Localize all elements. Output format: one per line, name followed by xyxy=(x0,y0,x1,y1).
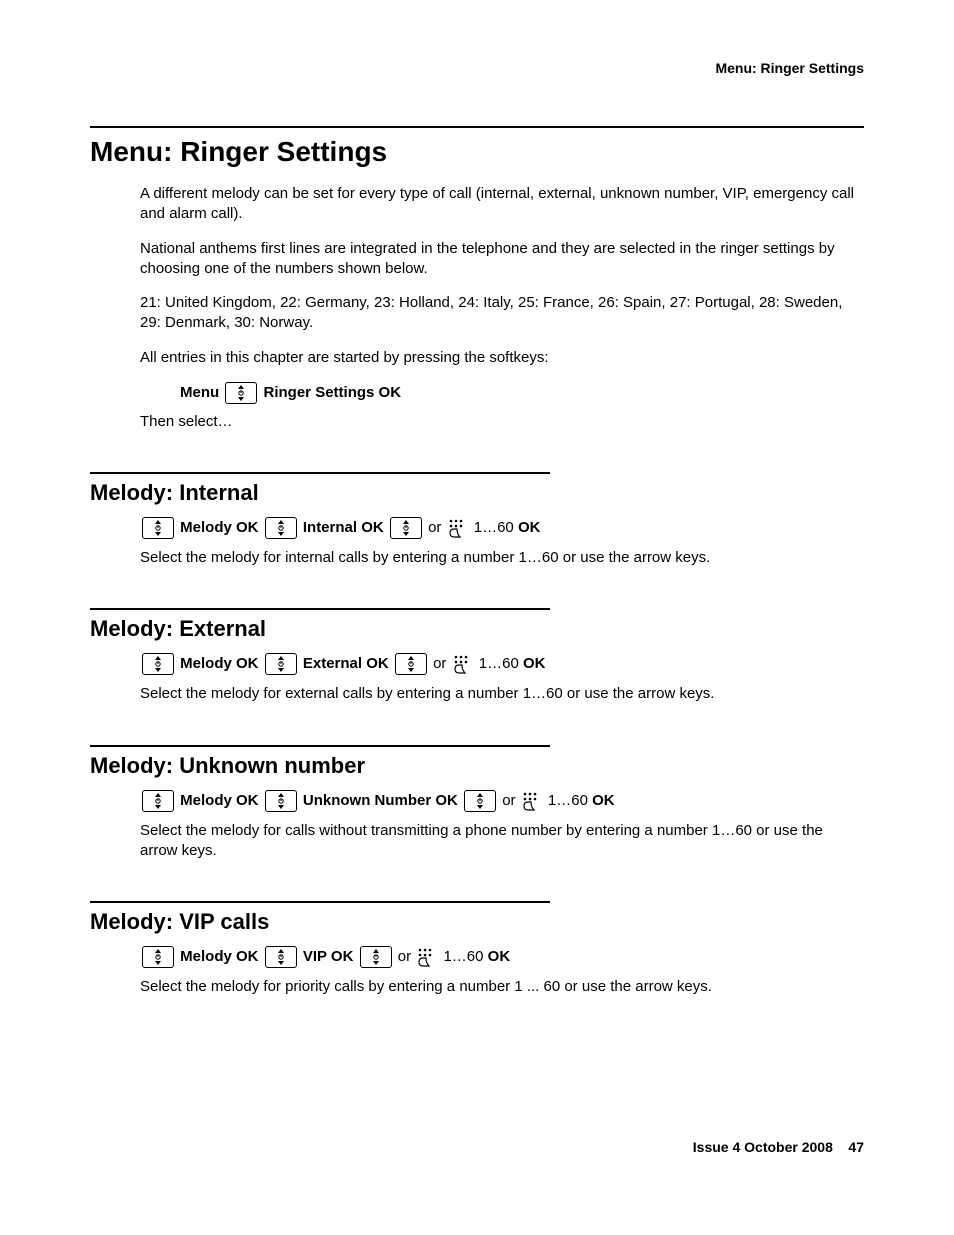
nav-melody-ok: Melody OK xyxy=(180,655,258,672)
keypad-icon xyxy=(453,654,473,674)
intro-p4: All entries in this chapter are started … xyxy=(140,348,864,368)
nav-key-icon xyxy=(225,382,257,404)
intro-p3: 21: United Kingdom, 22: Germany, 23: Hol… xyxy=(140,293,864,334)
nav-melody-ok: Melody OK xyxy=(180,519,258,536)
page-footer: Issue 4 October 2008 47 xyxy=(693,1139,864,1155)
nav-or: or xyxy=(502,792,515,809)
nav-key-icon xyxy=(395,653,427,675)
intro-p2: National anthems first lines are integra… xyxy=(140,239,864,280)
nav-line-unknown: Melody OK Unknown Number OK or xyxy=(90,789,864,813)
keypad-icon xyxy=(448,518,468,538)
heading-internal: Melody: Internal xyxy=(90,480,864,506)
nav-or: or xyxy=(428,519,441,536)
nav-melody-ok: Melody OK xyxy=(180,948,258,965)
nav-key-icon xyxy=(464,790,496,812)
keypad-icon xyxy=(417,947,437,967)
section-divider xyxy=(90,472,550,474)
nav-key-icon xyxy=(265,517,297,539)
nav-melody-ok: Melody OK xyxy=(180,792,258,809)
nav-key-icon xyxy=(142,517,174,539)
footer-issue: Issue 4 October 2008 xyxy=(693,1139,833,1155)
nav-or: or xyxy=(398,948,411,965)
nav-key-icon xyxy=(265,946,297,968)
heading-vip: Melody: VIP calls xyxy=(90,909,864,935)
heading-external: Melody: External xyxy=(90,616,864,642)
nav-external-ok: External OK xyxy=(303,655,389,672)
nav-range: 1…60 xyxy=(479,655,519,672)
nav-unknown-ok: Unknown Number OK xyxy=(303,792,458,809)
nav-key-icon xyxy=(360,946,392,968)
nav-key-icon xyxy=(265,790,297,812)
desc-block: Select the melody for priority calls by … xyxy=(90,977,864,997)
softkeys-suffix: Ringer Settings OK xyxy=(264,384,402,401)
desc-block: Select the melody for internal calls by … xyxy=(90,548,864,568)
nav-or: or xyxy=(433,655,446,672)
nav-key-icon xyxy=(142,653,174,675)
nav-ok: OK xyxy=(592,792,615,809)
running-header: Menu: Ringer Settings xyxy=(90,60,864,76)
nav-key-icon xyxy=(142,790,174,812)
page: Menu: Ringer Settings Menu: Ringer Setti… xyxy=(0,0,954,1235)
section-divider xyxy=(90,608,550,610)
desc-vip: Select the melody for priority calls by … xyxy=(140,977,864,997)
nav-range: 1…60 xyxy=(548,792,588,809)
nav-line-internal: Melody OK Internal OK or xyxy=(90,516,864,540)
heading-unknown: Melody: Unknown number xyxy=(90,753,864,779)
desc-unknown: Select the melody for calls without tran… xyxy=(140,821,864,862)
desc-block: Select the melody for calls without tran… xyxy=(90,821,864,862)
nav-internal-ok: Internal OK xyxy=(303,519,384,536)
nav-key-icon xyxy=(265,653,297,675)
nav-ok: OK xyxy=(488,948,511,965)
softkeys-prefix: Menu xyxy=(180,384,219,401)
keypad-icon xyxy=(522,791,542,811)
desc-internal: Select the melody for internal calls by … xyxy=(140,548,864,568)
nav-vip-ok: VIP OK xyxy=(303,948,354,965)
page-title: Menu: Ringer Settings xyxy=(90,136,864,168)
nav-range: 1…60 xyxy=(443,948,483,965)
desc-block: Select the melody for external calls by … xyxy=(90,684,864,704)
section-divider xyxy=(90,745,550,747)
nav-ok: OK xyxy=(523,655,546,672)
softkeys-line: Menu Ringer Settings OK xyxy=(140,382,864,404)
nav-line-external: Melody OK External OK or xyxy=(90,652,864,676)
then-select: Then select… xyxy=(140,412,864,432)
intro-p1: A different melody can be set for every … xyxy=(140,184,864,225)
title-rule xyxy=(90,126,864,128)
section-divider xyxy=(90,901,550,903)
footer-page-number: 47 xyxy=(848,1139,864,1155)
desc-external: Select the melody for external calls by … xyxy=(140,684,864,704)
nav-key-icon xyxy=(390,517,422,539)
intro-block: A different melody can be set for every … xyxy=(90,184,864,432)
nav-line-vip: Melody OK VIP OK or xyxy=(90,945,864,969)
nav-key-icon xyxy=(142,946,174,968)
nav-range: 1…60 xyxy=(474,519,514,536)
nav-ok: OK xyxy=(518,519,541,536)
